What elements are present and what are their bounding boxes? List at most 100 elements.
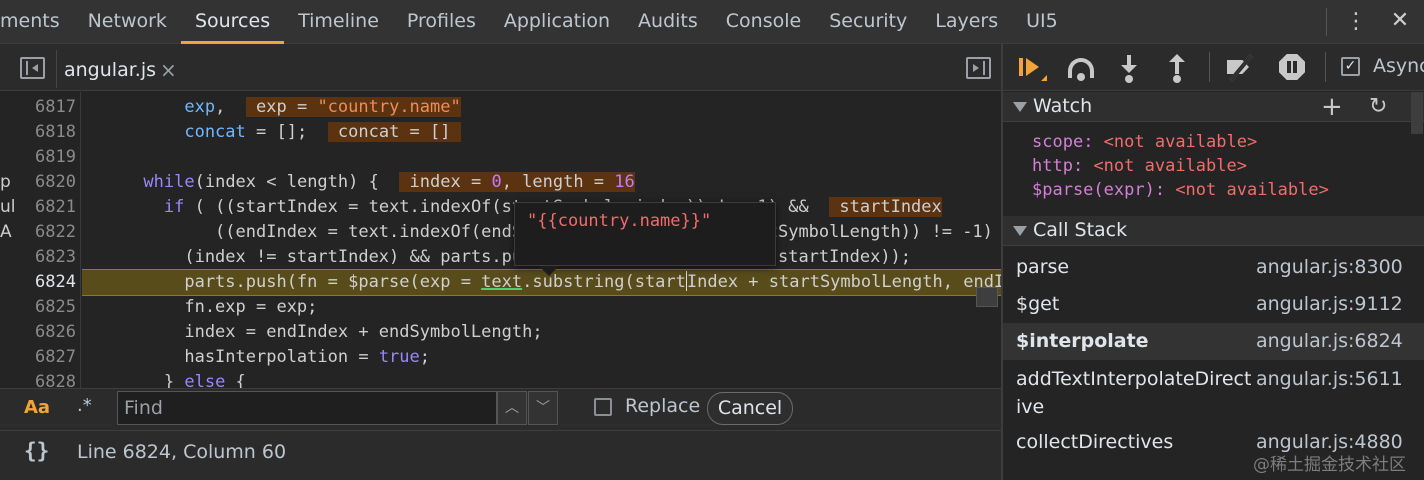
line-number[interactable]: 6825 bbox=[0, 295, 76, 320]
toggle-navigator-icon[interactable] bbox=[20, 57, 45, 79]
tab-elements[interactable]: ments bbox=[0, 0, 74, 44]
frame-location[interactable]: angular.js:9112 bbox=[1256, 290, 1403, 318]
tab-layers[interactable]: Layers bbox=[921, 0, 1012, 44]
line-number[interactable]: 6818 bbox=[0, 120, 76, 145]
pause-on-exceptions-icon[interactable] bbox=[1277, 51, 1309, 83]
call-frame[interactable]: addTextInterpolateDirective angular.js:5… bbox=[1003, 362, 1424, 422]
toolbar-divider bbox=[1326, 8, 1327, 36]
close-devtools-icon[interactable]: ✕ bbox=[1388, 6, 1412, 36]
line-number-gutter[interactable]: 6817 6818 6819 6820 6821 6822 6823 6824 … bbox=[0, 92, 81, 388]
file-tab-angular-js[interactable]: angular.js bbox=[64, 54, 156, 86]
watch-value: <not available> bbox=[1093, 156, 1247, 176]
tab-ui5[interactable]: UI5 bbox=[1012, 0, 1072, 44]
replace-checkbox[interactable] bbox=[594, 398, 612, 416]
tab-console[interactable]: Console bbox=[712, 0, 815, 44]
code-line: fn.exp = exp; bbox=[82, 297, 318, 317]
tab-sources[interactable]: Sources bbox=[180, 0, 285, 44]
cancel-search-button[interactable]: Cancel bbox=[707, 392, 793, 425]
toolbar-divider bbox=[1209, 52, 1210, 82]
line-number[interactable]: 6826 bbox=[0, 320, 76, 345]
line-number-current[interactable]: 6824 bbox=[0, 270, 76, 295]
toolbar-divider bbox=[1325, 52, 1326, 82]
refresh-watch-icon[interactable]: ↻ bbox=[1369, 92, 1387, 122]
tab-network[interactable]: Network bbox=[74, 0, 181, 44]
frame-function: addTextInterpolateDirective bbox=[1016, 368, 1252, 418]
tab-application[interactable]: Application bbox=[490, 0, 624, 44]
frame-location[interactable]: angular.js:5611 bbox=[1256, 365, 1403, 393]
replace-label: Replace bbox=[625, 395, 701, 417]
step-out-icon[interactable] bbox=[1161, 51, 1193, 83]
close-file-tab-icon[interactable]: × bbox=[160, 54, 177, 86]
regex-toggle[interactable]: .* bbox=[77, 395, 92, 416]
watch-section-header[interactable]: Watch + ↻ bbox=[1003, 92, 1424, 122]
code-line: concat = []; concat = [] bbox=[82, 122, 461, 142]
tab-security[interactable]: Security bbox=[815, 0, 921, 44]
code-editor[interactable]: 6817 6818 6819 6820 6821 6822 6823 6824 … bbox=[0, 92, 1001, 388]
toggle-debugger-sidebar-icon[interactable] bbox=[966, 57, 991, 79]
line-number[interactable]: 6827 bbox=[0, 345, 76, 370]
editor-tabbar: angular.js × bbox=[0, 44, 1001, 91]
debugger-sidebar: ✓ Async Watch + ↻ scope: <not available>… bbox=[1003, 44, 1424, 480]
watch-name: http bbox=[1032, 156, 1073, 176]
clipped-char: p bbox=[0, 172, 11, 192]
match-case-toggle[interactable]: Aa bbox=[24, 397, 50, 418]
watch-colon: : bbox=[1154, 180, 1176, 200]
search-bar: Aa .* ︿ ﹀ Replace Cancel bbox=[0, 388, 1001, 430]
popover-value: "{{country.name}}" bbox=[527, 211, 712, 231]
line-number[interactable]: 6819 bbox=[0, 145, 76, 170]
panel-tabs: ments Network Sources Timeline Profiles … bbox=[0, 0, 1072, 44]
watch-value: <not available> bbox=[1175, 180, 1329, 200]
tab-timeline[interactable]: Timeline bbox=[284, 0, 393, 44]
line-number[interactable]: 6828 bbox=[0, 370, 76, 388]
code-line: index = endIndex + endSymbolLength; bbox=[82, 322, 543, 342]
add-watch-icon[interactable]: + bbox=[1321, 92, 1343, 122]
watch-expression[interactable]: $parse(expr): <not available> bbox=[1032, 180, 1329, 200]
watch-value: <not available> bbox=[1103, 132, 1258, 152]
line-number[interactable]: 6820 bbox=[0, 170, 76, 195]
code-line: } else { bbox=[82, 372, 246, 388]
frame-location[interactable]: angular.js:6824 bbox=[1256, 327, 1403, 355]
code-line: hasInterpolation = true; bbox=[82, 347, 431, 367]
step-into-icon[interactable] bbox=[1113, 51, 1145, 83]
clipped-char: ul bbox=[0, 197, 16, 217]
find-previous-button[interactable]: ︿ bbox=[497, 391, 527, 425]
pretty-print-icon[interactable]: {} bbox=[24, 439, 49, 463]
find-next-button[interactable]: ﹀ bbox=[528, 391, 558, 425]
more-options-icon[interactable]: ⋮ bbox=[1344, 8, 1368, 36]
clipped-sidebar-text: p ul A bbox=[0, 170, 16, 270]
watch-name: scope bbox=[1032, 132, 1084, 152]
frame-function: parse bbox=[1016, 256, 1070, 278]
line-number[interactable]: 6817 bbox=[0, 95, 76, 120]
step-over-icon[interactable] bbox=[1065, 51, 1097, 83]
devtools-tabbar: ments Network Sources Timeline Profiles … bbox=[0, 0, 1424, 44]
code-line: while(index < length) { index = 0, lengt… bbox=[143, 172, 635, 192]
find-input[interactable] bbox=[117, 391, 497, 425]
call-frame[interactable]: parse angular.js:8300 bbox=[1003, 249, 1424, 286]
popover-arrow bbox=[539, 266, 559, 276]
watch-expression[interactable]: scope: <not available> bbox=[1032, 132, 1257, 152]
devtools-window: ments Network Sources Timeline Profiles … bbox=[0, 0, 1424, 480]
line-number[interactable]: 6823 bbox=[0, 245, 76, 270]
watermark: @稀土掘金技术社区 bbox=[1253, 455, 1406, 475]
watch-expression[interactable]: http: <not available> bbox=[1032, 156, 1247, 176]
clipped-char: A bbox=[0, 222, 12, 242]
watch-name: $parse(expr) bbox=[1032, 180, 1155, 200]
tabbar-divider bbox=[56, 50, 57, 88]
call-frame-selected[interactable]: $interpolate angular.js:6824 bbox=[1003, 323, 1424, 360]
tab-profiles[interactable]: Profiles bbox=[393, 0, 490, 44]
resume-icon[interactable] bbox=[1017, 51, 1049, 83]
collapse-arrow-icon[interactable] bbox=[1013, 102, 1027, 112]
watch-colon: : bbox=[1083, 132, 1104, 152]
collapse-arrow-icon[interactable] bbox=[1013, 226, 1027, 236]
tab-audits[interactable]: Audits bbox=[624, 0, 712, 44]
call-stack-section-header[interactable]: Call Stack bbox=[1003, 216, 1424, 246]
editor-status-bar: {} Line 6824, Column 60 bbox=[0, 430, 1001, 480]
vertical-scroll-thumb[interactable] bbox=[976, 287, 998, 307]
code-line: exp, exp = "country.name" bbox=[82, 97, 461, 117]
async-checkbox[interactable]: ✓ bbox=[1341, 57, 1360, 76]
sidebar-scroll-thumb[interactable] bbox=[1411, 92, 1423, 134]
deactivate-breakpoints-icon[interactable] bbox=[1225, 51, 1257, 83]
call-frame[interactable]: $get angular.js:9112 bbox=[1003, 286, 1424, 323]
frame-location[interactable]: angular.js:8300 bbox=[1256, 253, 1403, 281]
